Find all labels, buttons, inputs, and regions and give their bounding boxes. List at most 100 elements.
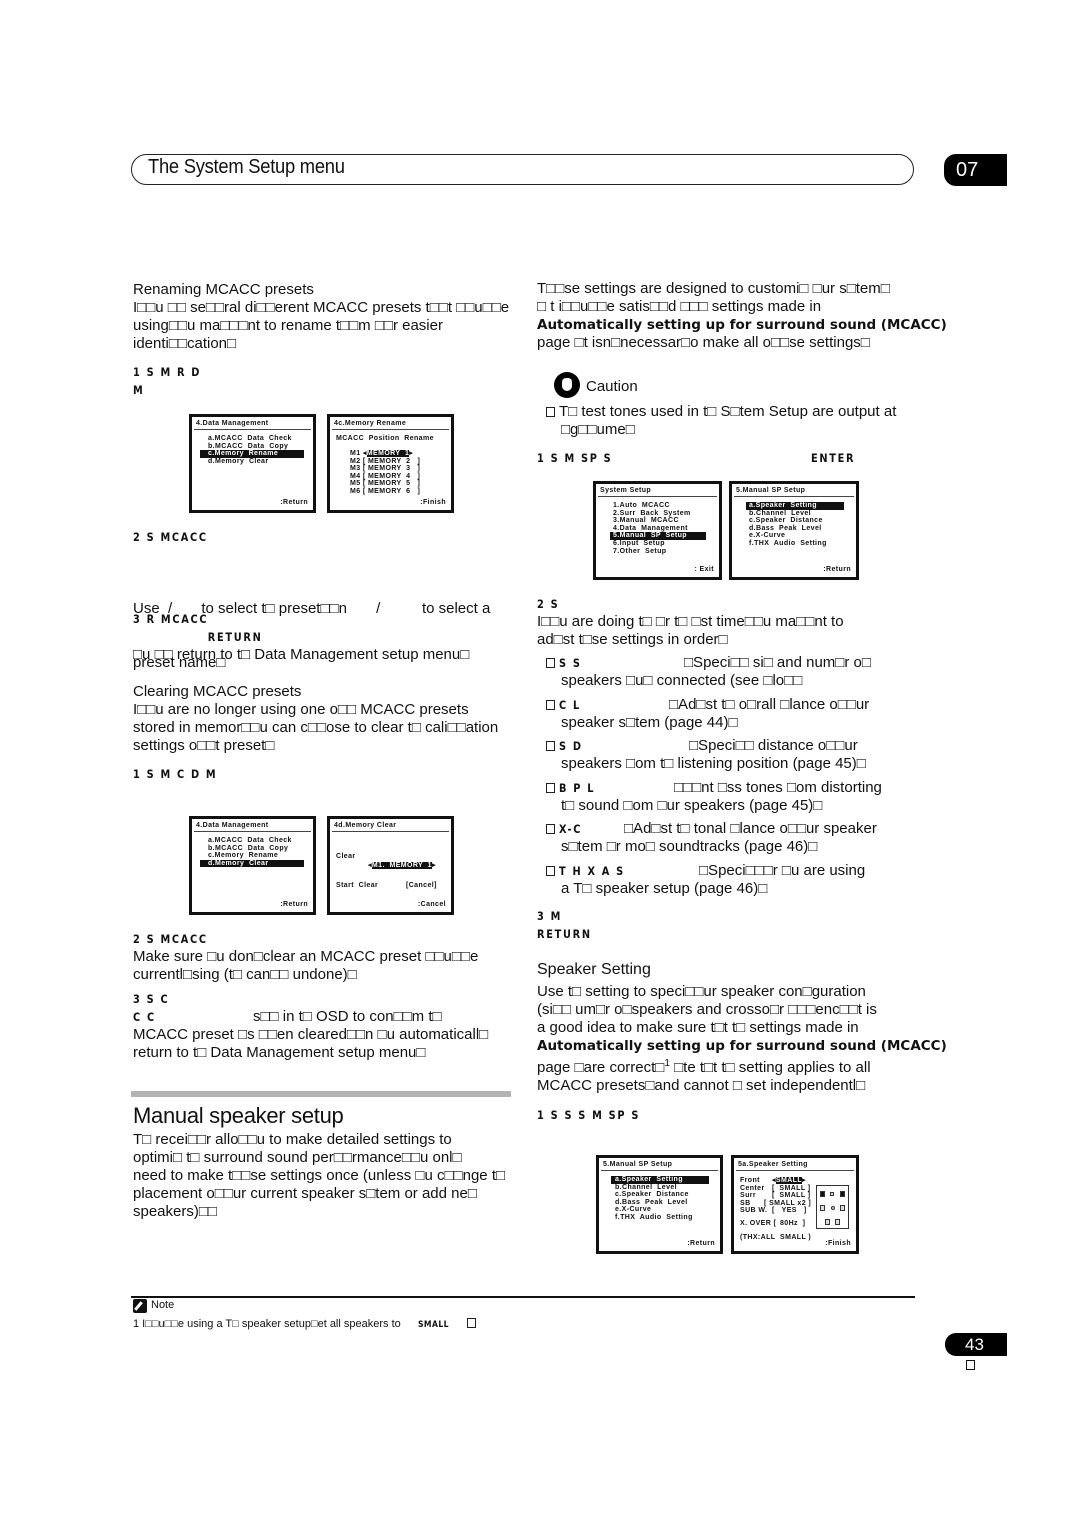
mcacc-reference-link[interactable]: Automatically setting up for surround so… [537, 1037, 947, 1055]
step-line: 3 R MCACC [133, 612, 209, 626]
osd-row-value: ◂SMALL▸ [772, 1177, 806, 1184]
settings-item: X-C □Ad□st t□ tonal □lance o□□ur speaker … [546, 820, 926, 862]
step-1-rename: 1 S M R D M [133, 363, 201, 399]
step-key: RETURN [207, 630, 263, 644]
page-number: 43 [945, 1333, 1007, 1356]
osd-memory-rename: 4c.Memory Rename MCACC Position Rename M… [327, 414, 454, 513]
osd-footer: :Finish [825, 1240, 851, 1248]
osd-row-label: Surr [740, 1192, 756, 1200]
step-2-clear: 2 S MCACC [133, 932, 208, 946]
osd-item: 2.Surr Back System [613, 509, 691, 517]
setting-key: T H X A S [559, 863, 625, 878]
osd-divider [601, 1170, 718, 1171]
osd-item: 4.Data Management [613, 524, 688, 532]
settings-item: B P L □□□nt □ss tones □om distorting t□ s… [546, 779, 926, 821]
note-label: Note [151, 1299, 175, 1311]
osd-footer: :Return [280, 901, 308, 909]
mcacc-reference-link[interactable]: Automatically setting up for surround so… [537, 316, 947, 334]
osd-item: b.Channel Level [749, 509, 812, 517]
osd-divider [194, 429, 311, 430]
osd-row-label: Front [740, 1177, 760, 1184]
osd-title: 4c.Memory Rename [334, 420, 407, 427]
osd-memory-row: M4 [ MEMORY 4 ] [350, 472, 421, 480]
clearing-intro: I□□u are no longer using one o□□ MCACC p… [133, 701, 498, 755]
osd-footer: :Cancel [417, 901, 446, 909]
right-intro: T□□se settings are designed to customi□ … [537, 280, 947, 352]
osd-item: a.MCACC Data Check [208, 435, 292, 442]
text-line: □g□□ume□ [561, 421, 635, 438]
osd-footer: :Return [280, 499, 308, 507]
osd-title: 5a.Speaker Setting [738, 1161, 808, 1168]
osd-title: 5.Manual SP Setup [603, 1161, 673, 1168]
text-line: T□ test tones used in t□ S□tem Setup are… [559, 403, 897, 420]
footnote: 1 I□□u□□e using a T□ speaker setup□et al… [133, 1316, 480, 1334]
step-line: 3 S C [133, 992, 170, 1006]
osd-row-label: SB [740, 1199, 751, 1207]
text-line: □ t i□□u□□e satis□□d □□□ settings made i… [537, 298, 822, 315]
footnote-key: SMALL [417, 1320, 449, 1330]
osd-memory-row: M3 [ MEMORY 3 ] [350, 465, 421, 473]
section-divider [131, 1091, 511, 1097]
osd-item: b.MCACC Data Copy [208, 442, 289, 450]
bullet-icon [546, 782, 555, 793]
pencil-note-icon [133, 1299, 147, 1313]
footnote-text: 1 I□□u□□e using a T□ speaker setup□et al… [133, 1318, 401, 1330]
osd-xover-label: X. OVER [ [740, 1220, 777, 1227]
caution-text: T□ test tones used in t□ S□tem Setup are… [546, 403, 896, 439]
osd-title: 4.Data Management [196, 420, 269, 427]
osd-data-management: 4.Data Management a.MCACC Data Check b.M… [189, 414, 316, 513]
osd-title: 5.Manual SP Setup [736, 487, 806, 494]
osd-item-selected: a.Speaker Setting [746, 502, 844, 510]
text-line: I□□u are doing t□ □r t□ □st time□□u ma□□… [537, 613, 844, 630]
osd-clear-label: Clear [336, 853, 356, 860]
bullet-icon [546, 658, 555, 668]
osd-divider [332, 429, 449, 430]
osd-item: d.Bass Peak Level [615, 1198, 688, 1206]
osd-row-value: [ SMALL ] [772, 1192, 811, 1200]
listener-icon [831, 1206, 835, 1210]
settings-item: S D □Speci□□ distance o□□ur speakers □om … [546, 737, 926, 779]
osd-speaker-setting: 5a.Speaker Setting Front ◂SMALL▸ Center … [731, 1155, 859, 1254]
osd-item-selected: a.Speaker Setting [611, 1176, 709, 1184]
osd-item: 6.Input Setup [613, 540, 665, 547]
text-line: □Speci□□ si□ and num□r o□ [684, 654, 871, 671]
osd-footer: : Exit [694, 566, 714, 574]
osd-subtitle: MCACC Position Rename [336, 435, 434, 442]
text-line: placement o□□ur current speaker s□tem or… [133, 1185, 477, 1202]
osd-row-value: [ SMALL ] [772, 1184, 811, 1192]
speaker-layout-diagram [816, 1185, 849, 1229]
osd-cancel-option: [Cancel] [406, 882, 437, 889]
text-line: stored in memor□□u can c□□ose to clear t… [133, 719, 499, 736]
step-1-clear: 1 S M C D M [133, 767, 218, 781]
osd-item: e.X-Curve [749, 532, 786, 540]
osd-thx-note: (THX:ALL SMALL ) [740, 1234, 812, 1241]
text-line: ad□st t□se settings in order□ [537, 631, 728, 648]
osd-manual-sp-setup: 5.Manual SP Setup a.Speaker Setting b.Ch… [729, 481, 859, 580]
text-line: a good idea to make sure t□t t□ settings… [537, 1019, 859, 1036]
text-line: t□ sound □om □ur speakers (page 45)□ [561, 796, 823, 814]
language-marker-icon [966, 1360, 975, 1370]
bullet-icon [546, 865, 555, 876]
text-line: speakers □u□ connected (see □lo□□ [561, 672, 803, 689]
glyph-box-icon [467, 1318, 477, 1328]
osd-item: c.Memory Rename [208, 852, 279, 860]
osd-title: 4d.Memory Clear [334, 822, 397, 829]
osd-row-value: [ YES ] [772, 1207, 807, 1215]
text-line: s□tem □r mo□ soundtracks (page 46)□ [561, 838, 818, 855]
text-line: currentl□sing (t□ can□□ undone)□ [133, 966, 357, 983]
footnote-ref[interactable]: 1 [664, 1058, 670, 1069]
osd-item: b.MCACC Data Copy [208, 844, 289, 852]
osd-divider [194, 831, 311, 832]
setting-key: S S [559, 656, 582, 670]
bullet-icon [546, 741, 555, 751]
osd-row-label: Center [740, 1184, 765, 1192]
enter-key: ENTER [811, 451, 856, 465]
text-line: □Ad□st t□ tonal □lance o□□ur speaker [624, 820, 877, 837]
text-line: Use t□ setting to speci□□ur speaker con□… [537, 983, 866, 1000]
settings-item: C L □Ad□st t□ o□rall □lance o□□ur speaker… [546, 696, 926, 738]
text-line: optimi□ t□ surround sound per□□rmance□□u… [133, 1149, 462, 1166]
text-line: I□□u are no longer using one o□□ MCACC p… [133, 701, 469, 718]
osd-item: f.THX Audio Setting [615, 1214, 693, 1221]
text-line: a T□ speaker setup (page 46)□ [561, 879, 768, 897]
text-line: MCACC presets□and cannot □ set independe… [537, 1077, 866, 1094]
